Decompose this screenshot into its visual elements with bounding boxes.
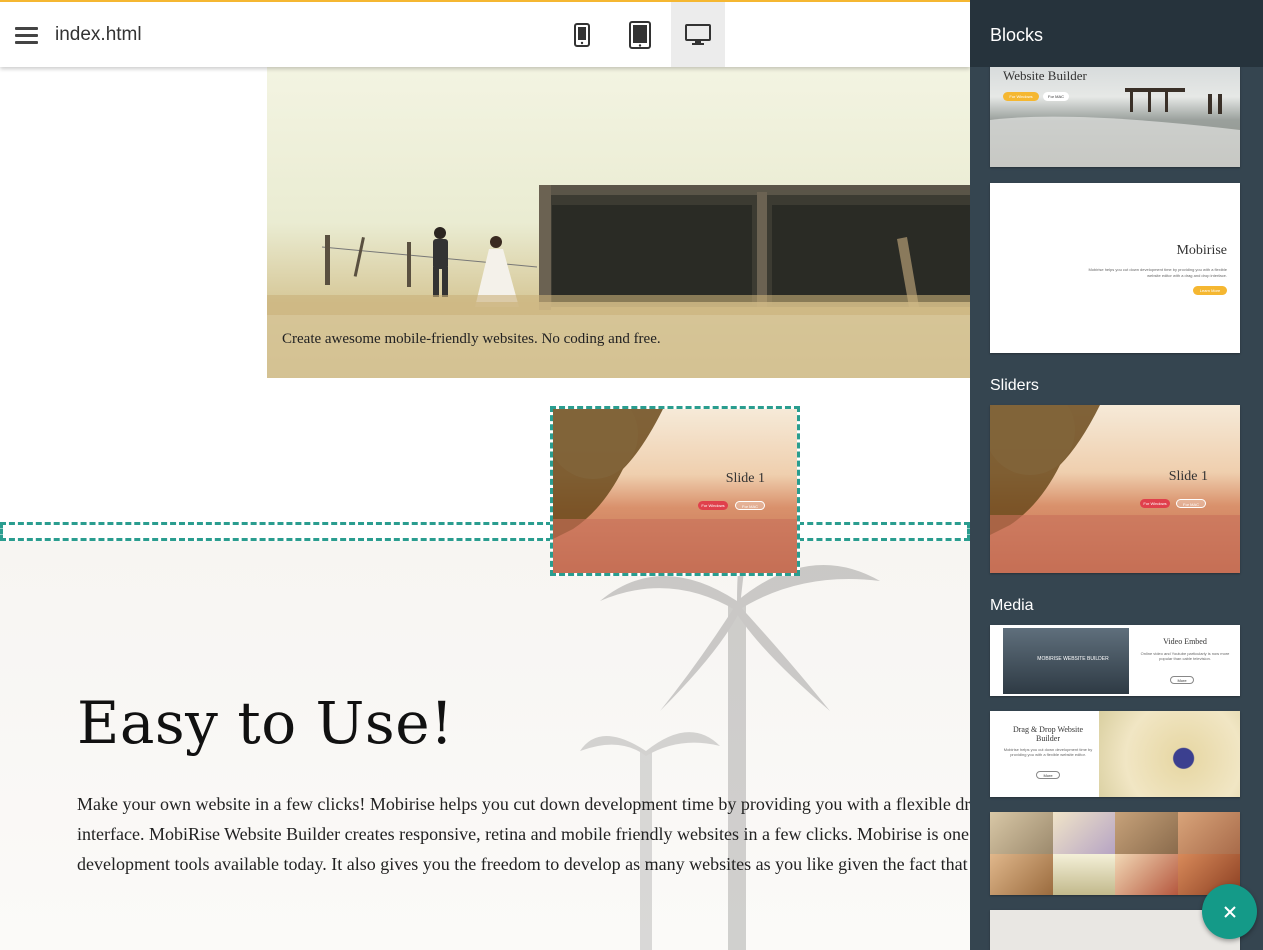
thumb-text: Online video and Youtube particularly is…: [1140, 651, 1230, 661]
thumb-learn-more-button: Learn More: [1193, 286, 1227, 295]
block-thumb-slider[interactable]: Slide 1 For Windows For MAC: [990, 405, 1240, 573]
thumb-title: Mobirise: [1176, 243, 1227, 258]
thumb-windows-button: For Windows: [1003, 92, 1039, 101]
thumb-more-button: More: [1170, 676, 1194, 684]
tablet-icon: [629, 20, 651, 49]
desktop-view-button[interactable]: [671, 2, 725, 67]
page-filename: index.html: [55, 24, 142, 45]
top-toolbar: index.html: [0, 0, 970, 67]
windows-button: For Windows: [698, 500, 728, 510]
thumb-slide-title: Slide 1: [1168, 468, 1208, 484]
blocks-panel: Blocks Website Builder For Windows For M…: [970, 0, 1263, 950]
block-thumb-header-mobirise[interactable]: Mobirise Mobirise helps you cut down dev…: [990, 183, 1240, 353]
thumb-windows-button: For Windows: [1140, 499, 1170, 509]
drop-zone-indicator-left: [0, 522, 552, 541]
gallery-image: [1053, 812, 1115, 854]
thumb-title: Website Builder: [1003, 68, 1087, 83]
block-thumb-gallery[interactable]: [990, 812, 1240, 895]
section-label-media: Media: [990, 597, 1034, 614]
panel-title: Blocks: [970, 0, 1263, 67]
phone-icon: [574, 22, 590, 47]
gallery-image: [1178, 812, 1240, 854]
section-paragraph: Make your own website in a few clicks! M…: [77, 794, 970, 874]
gallery-image: [1115, 854, 1178, 895]
thumb-mac-button: For MAC: [1043, 92, 1069, 101]
section-heading: Easy to Use!: [77, 689, 454, 757]
thumb-text: Mobirise helps you cut down development …: [1003, 747, 1093, 757]
slider-preview: Slide 1 For Windows For MAC: [553, 409, 797, 573]
palm-tree-background: [580, 541, 880, 950]
slide-title: Slide 1: [725, 471, 765, 487]
thumb-more-button: More: [1036, 771, 1060, 779]
block-thumb-video-embed[interactable]: MOBIRISE WEBSITE BUILDER Video Embed Onl…: [990, 625, 1240, 696]
block-thumb-header-website-builder[interactable]: Website Builder For Windows For MAC: [990, 50, 1240, 167]
features-section[interactable]: Easy to Use! Make your own website in a …: [0, 541, 970, 950]
gallery-image: [1115, 812, 1178, 854]
video-preview: MOBIRISE WEBSITE BUILDER: [1003, 628, 1129, 694]
editor-canvas: Create awesome mobile-friendly websites.…: [0, 0, 970, 950]
video-title: MOBIRISE WEBSITE BUILDER: [1037, 656, 1109, 662]
thumb-title: Drag & Drop Website Builder: [1012, 725, 1084, 743]
section-label-sliders: Sliders: [990, 377, 1039, 394]
thumb-mac-button: For MAC: [1176, 499, 1206, 509]
hero-caption: Create awesome mobile-friendly websites.…: [282, 331, 661, 347]
mac-button: For MAC: [735, 500, 765, 510]
thumb-title: Video Embed: [1163, 637, 1207, 646]
gallery-image: [1053, 854, 1115, 895]
tablet-view-button[interactable]: [613, 2, 667, 67]
gallery-image: [990, 812, 1053, 854]
close-panel-button[interactable]: [1202, 884, 1257, 939]
close-icon: [1223, 905, 1236, 918]
desktop-icon: [685, 23, 711, 45]
menu-icon[interactable]: [15, 27, 38, 44]
mobile-view-button[interactable]: [555, 2, 609, 67]
flower-photo: [1099, 711, 1240, 797]
drop-zone-indicator-right: [798, 522, 970, 541]
thumb-text: Mobirise helps you cut down development …: [1088, 267, 1227, 278]
dragged-slider-block[interactable]: Slide 1 For Windows For MAC: [550, 406, 800, 576]
block-thumb-drag-drop[interactable]: Drag & Drop Website Builder Mobirise hel…: [990, 711, 1240, 797]
hero-image-block[interactable]: Create awesome mobile-friendly websites.…: [267, 67, 970, 378]
gallery-image: [990, 854, 1053, 895]
